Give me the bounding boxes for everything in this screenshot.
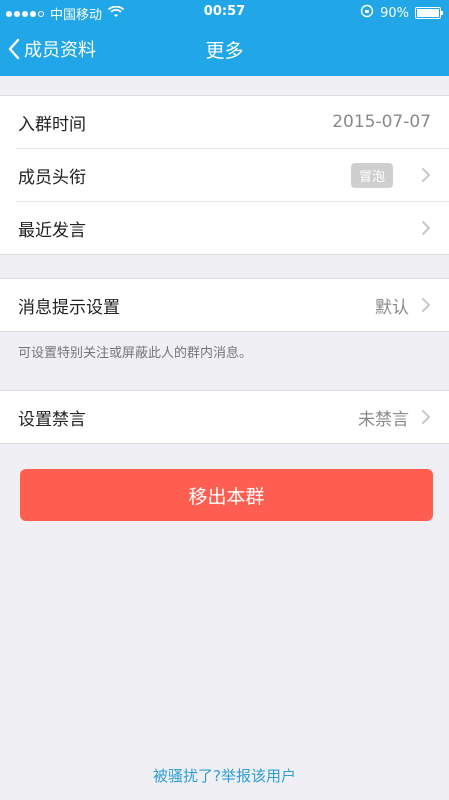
recent-messages-row[interactable]: 最近发言 [16,201,449,254]
report-user-link[interactable]: 被骚扰了?举报该用户 [0,765,449,786]
notify-hint: 可设置特别关注或屏蔽此人的群内消息。 [18,346,253,361]
join-time-value: 2015-07-07 [332,112,431,132]
mute-settings-row[interactable]: 设置禁言 未禁言 [0,391,449,443]
mute-group: 设置禁言 未禁言 [0,390,449,444]
status-right: 90% [360,4,443,22]
status-bar: 中国移动 00:57 90% [0,0,449,24]
remove-from-group-button[interactable]: 移出本群 [20,469,433,521]
member-info-group: 入群时间 2015-07-07 成员头衔 冒泡 最近发言 [0,95,449,255]
chevron-right-icon [422,221,431,235]
chevron-right-icon [422,298,431,312]
notify-group: 消息提示设置 默认 [0,278,449,332]
rotation-lock-icon [360,4,374,22]
member-title-badge: 冒泡 [350,162,393,188]
join-time-row: 入群时间 2015-07-07 [0,96,449,148]
battery-icon [415,7,443,19]
recent-messages-label: 最近发言 [18,220,86,241]
chevron-right-icon [422,410,431,424]
mute-settings-label: 设置禁言 [18,409,86,430]
battery-percent: 90% [380,5,409,21]
mute-settings-value: 未禁言 [358,409,409,430]
join-time-label: 入群时间 [18,114,86,135]
page-title: 更多 [205,40,244,62]
chevron-right-icon [422,168,431,182]
member-title-label: 成员头衔 [18,167,86,188]
nav-bar: 成员资料 更多 [0,24,449,76]
notify-settings-row[interactable]: 消息提示设置 默认 [0,279,449,331]
notify-settings-value: 默认 [375,297,409,318]
notify-settings-label: 消息提示设置 [18,297,120,318]
member-title-row[interactable]: 成员头衔 冒泡 [16,148,449,201]
